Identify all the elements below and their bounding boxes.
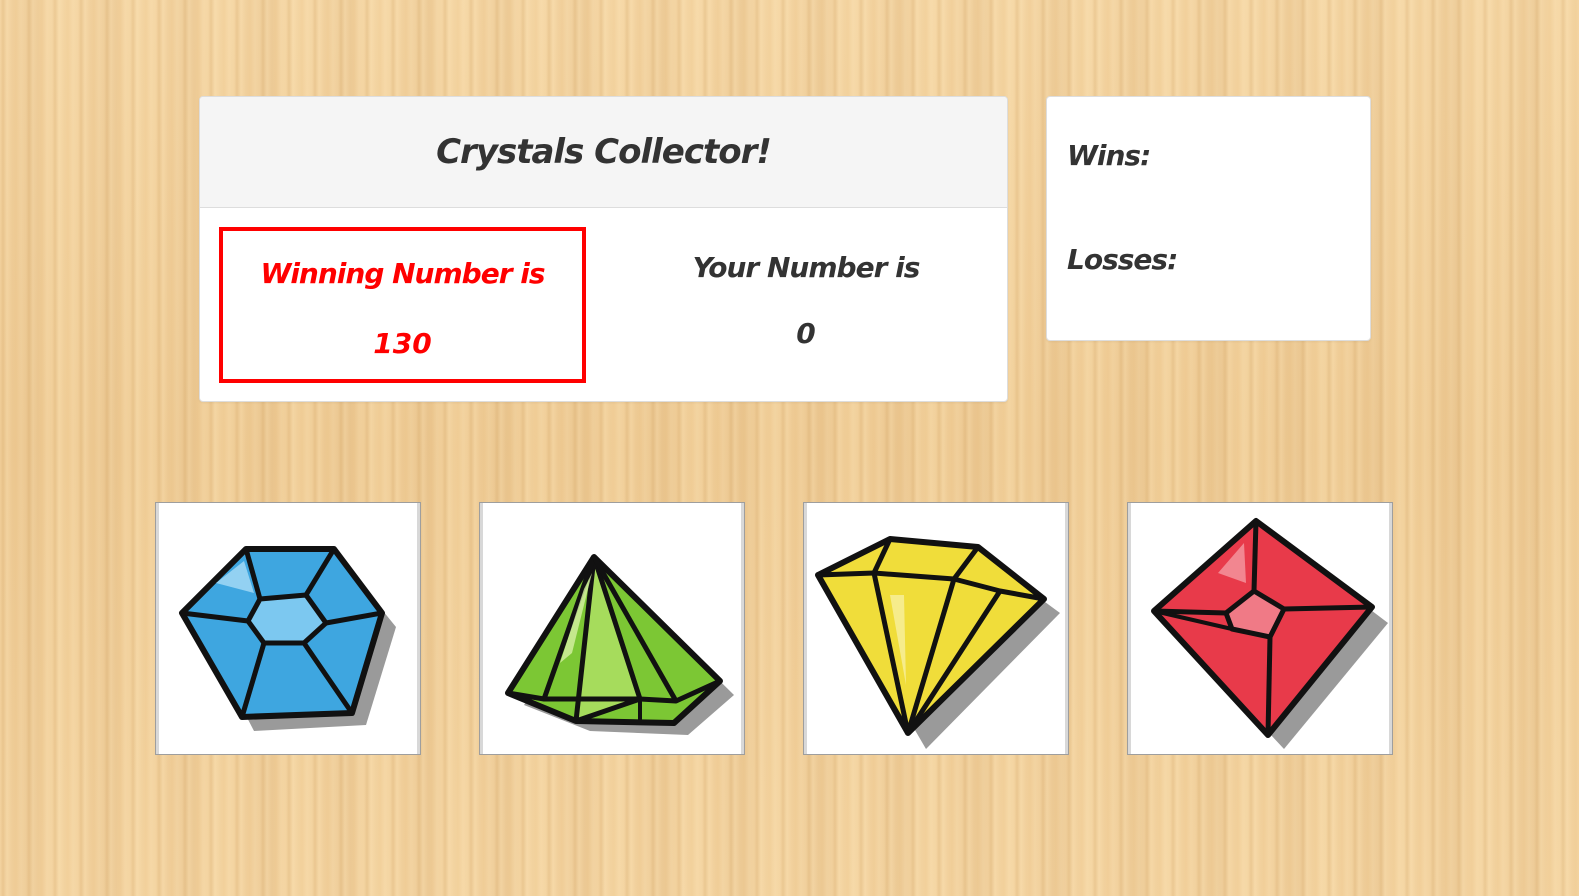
losses-row: Losses: [1067, 243, 1185, 276]
crystal-button-red[interactable] [1127, 502, 1393, 755]
red-square-crystal-icon [1151, 518, 1388, 749]
crystal-button-yellow[interactable] [803, 502, 1069, 755]
winning-number-value: 130 [373, 327, 432, 360]
your-number-label: Your Number is [692, 251, 921, 284]
game-panel: Crystals Collector! Winning Number is 13… [199, 96, 1008, 402]
panel-body: Winning Number is 130 Your Number is 0 [200, 208, 1007, 401]
score-panel: Wins: Losses: [1046, 96, 1371, 341]
panel-heading: Crystals Collector! [200, 97, 1007, 208]
winning-number-label: Winning Number is [260, 257, 545, 290]
wins-label: Wins: [1067, 139, 1151, 172]
losses-label: Losses: [1067, 243, 1178, 276]
your-number-value: 0 [796, 317, 816, 350]
game-title: Crystals Collector! [436, 132, 772, 172]
winning-number-box: Winning Number is 130 [219, 227, 586, 383]
crystal-button-blue[interactable] [155, 502, 421, 755]
game-page: { "game": { "title": "Crystals Collector… [0, 0, 1579, 896]
crystal-button-green[interactable] [479, 502, 745, 755]
yellow-diamond-crystal-icon [815, 536, 1060, 749]
blue-hexagon-crystal-icon [179, 546, 396, 731]
your-number-box: Your Number is 0 [604, 227, 1007, 375]
green-pyramid-crystal-icon [505, 554, 734, 735]
wins-row: Wins: [1067, 139, 1158, 172]
